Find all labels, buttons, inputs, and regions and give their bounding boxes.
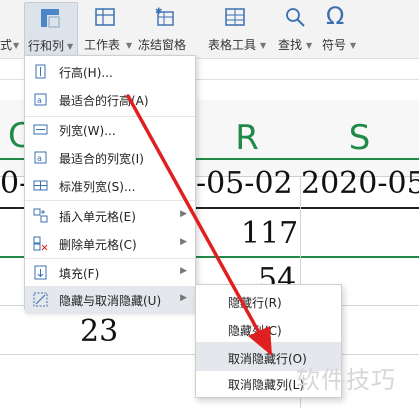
row-col-label: 行和列 bbox=[28, 39, 65, 53]
freeze-panes-button[interactable]: ✱ 冻结窗格 bbox=[136, 2, 194, 56]
svg-text:✱: ✱ bbox=[155, 7, 163, 17]
column-letter-r: R bbox=[235, 118, 259, 158]
menu-item-label: 填充(F) bbox=[59, 267, 100, 281]
submenu-item-label: 取消隐藏行(O) bbox=[228, 352, 307, 366]
svg-text:a: a bbox=[37, 96, 42, 105]
chevron-down-icon: ▼ bbox=[126, 41, 133, 50]
watermark-text: 软件技巧 bbox=[296, 366, 396, 394]
table-tools-button[interactable]: 表格工具 ▼ bbox=[204, 2, 268, 56]
submenu-arrow-icon: ▶ bbox=[180, 209, 187, 219]
table-tools-label: 表格工具 bbox=[208, 38, 257, 52]
fit-row-height-icon: a bbox=[34, 93, 47, 106]
menu-item-label: 插入单元格(E) bbox=[59, 210, 136, 224]
worksheet-icon bbox=[95, 8, 115, 26]
table-tools-icon bbox=[225, 8, 245, 26]
chevron-down-icon: ▼ bbox=[260, 41, 267, 50]
svg-text:a: a bbox=[37, 154, 42, 163]
menu-item-hide-unhide[interactable]: 隐藏与取消隐藏(U) ▶ bbox=[25, 286, 195, 314]
freeze-label: 冻结窗格 bbox=[138, 38, 187, 52]
cell-value-23[interactable]: 23 bbox=[80, 314, 118, 349]
menu-item-insert-cells[interactable]: 插入单元格(E) ▶ bbox=[25, 202, 195, 230]
delete-cells-icon bbox=[33, 236, 48, 251]
chevron-down-icon: ▼ bbox=[306, 41, 313, 50]
menu-item-label: 最适合的行高(A) bbox=[59, 94, 149, 108]
submenu-item-hide-row[interactable]: 隐藏行(R) bbox=[196, 287, 341, 315]
menu-item-col-width[interactable]: 列宽(W)... bbox=[25, 116, 195, 144]
freeze-icon: ✱ bbox=[155, 7, 174, 26]
submenu-arrow-icon: ▶ bbox=[180, 293, 187, 303]
submenu-arrow-icon: ▶ bbox=[180, 237, 187, 247]
menu-item-label: 行高(H)... bbox=[59, 66, 113, 80]
chevron-down-icon: ▼ bbox=[350, 41, 357, 50]
submenu-item-label: 隐藏列(C) bbox=[228, 324, 282, 338]
submenu-item-label: 取消隐藏列(L) bbox=[228, 378, 305, 392]
menu-item-label: 删除单元格(C) bbox=[59, 238, 137, 252]
menu-item-fit-col-width[interactable]: a 最适合的列宽(I) bbox=[25, 144, 195, 172]
format-button-label: 式 bbox=[0, 38, 13, 52]
column-letter-s: S bbox=[348, 118, 371, 158]
cell-date-s[interactable]: 2020-05 bbox=[301, 166, 419, 201]
menu-item-fit-row-height[interactable]: a 最适合的行高(A) bbox=[25, 86, 195, 114]
fill-icon bbox=[34, 265, 47, 280]
menu-item-delete-cells[interactable]: 删除单元格(C) ▶ bbox=[25, 230, 195, 258]
find-button[interactable]: 查找 ▼ bbox=[276, 2, 316, 56]
chevron-down-icon: ▼ bbox=[67, 42, 74, 51]
menu-item-label: 最适合的列宽(I) bbox=[59, 152, 144, 166]
find-label: 查找 bbox=[278, 38, 303, 52]
chevron-down-icon: ▼ bbox=[13, 41, 20, 50]
format-button[interactable]: 式 ▼ bbox=[0, 2, 22, 56]
submenu-arrow-icon: ▶ bbox=[180, 266, 187, 276]
row-height-icon bbox=[35, 64, 46, 79]
menu-item-label: 隐藏与取消隐藏(U) bbox=[59, 294, 162, 308]
worksheet-label: 工作表 bbox=[84, 38, 121, 52]
menu-item-label: 标准列宽(S)... bbox=[59, 180, 136, 194]
submenu-item-label: 隐藏行(R) bbox=[228, 296, 282, 310]
row-col-dropdown-menu: 行高(H)... a 最适合的行高(A) 列宽(W)... a 最适合的列宽(I… bbox=[24, 55, 196, 314]
ribbon-toolbar: 式 ▼ 行和列 ▼ 工作表 ▼ ✱ 冻结窗格 表格工具 ▼ 查找 ▼ Ω 符号 … bbox=[0, 0, 419, 59]
worksheet-button[interactable]: 工作表 ▼ bbox=[82, 2, 132, 56]
row-col-icon bbox=[41, 9, 60, 28]
submenu-item-hide-col[interactable]: 隐藏列(C) bbox=[196, 315, 341, 343]
cell-value-117[interactable]: 117 bbox=[241, 216, 298, 251]
insert-cells-icon bbox=[33, 208, 48, 223]
menu-item-row-height[interactable]: 行高(H)... bbox=[25, 58, 195, 86]
search-icon bbox=[286, 8, 305, 27]
fit-col-width-icon: a bbox=[34, 151, 47, 164]
cell-date-r[interactable]: -05-02 bbox=[196, 166, 293, 201]
row-col-button[interactable]: 行和列 ▼ bbox=[24, 2, 78, 58]
col-width-icon bbox=[33, 124, 48, 135]
menu-divider bbox=[25, 200, 195, 201]
symbol-button[interactable]: Ω 符号 ▼ bbox=[320, 2, 360, 56]
menu-item-standard-col-width[interactable]: 标准列宽(S)... bbox=[25, 172, 195, 200]
symbol-label: 符号 bbox=[322, 38, 347, 52]
menu-item-label: 列宽(W)... bbox=[59, 124, 116, 138]
standard-col-width-icon bbox=[33, 180, 48, 191]
omega-icon: Ω bbox=[326, 2, 345, 30]
hide-unhide-icon bbox=[33, 292, 48, 307]
menu-item-fill[interactable]: 填充(F) ▶ bbox=[25, 259, 195, 287]
